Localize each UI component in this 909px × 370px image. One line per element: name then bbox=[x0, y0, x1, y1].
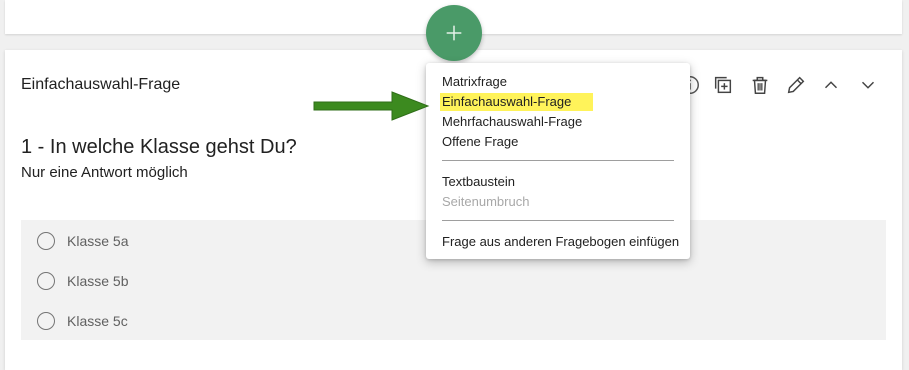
answer-option[interactable]: Klasse 5b bbox=[37, 270, 128, 292]
menu-divider bbox=[442, 220, 674, 221]
question-title: 1 - In welche Klasse gehst Du? bbox=[21, 136, 297, 158]
chevron-down-icon[interactable] bbox=[855, 72, 881, 98]
add-question-button[interactable] bbox=[426, 5, 482, 61]
answer-label: Klasse 5c bbox=[67, 313, 128, 329]
trash-icon[interactable] bbox=[747, 72, 773, 98]
question-type-label: Einfachauswahl-Frage bbox=[21, 76, 181, 93]
answer-label: Klasse 5b bbox=[67, 273, 129, 289]
plus-icon bbox=[446, 25, 462, 41]
question-subtitle: Nur eine Antwort möglich bbox=[21, 164, 188, 181]
duplicate-icon[interactable] bbox=[710, 72, 736, 98]
pointer-arrow-icon bbox=[313, 91, 430, 121]
answer-option[interactable]: Klasse 5a bbox=[37, 230, 128, 252]
radio-button[interactable] bbox=[37, 312, 55, 330]
edit-icon[interactable] bbox=[783, 72, 809, 98]
menu-item-mehrfachauswahl[interactable]: Mehrfachauswahl-Frage bbox=[442, 113, 582, 131]
menu-divider bbox=[442, 160, 674, 161]
chevron-up-icon[interactable] bbox=[818, 72, 844, 98]
menu-item-seitenumbruch: Seitenumbruch bbox=[442, 194, 530, 209]
menu-item-einfachauswahl[interactable]: Einfachauswahl-Frage bbox=[440, 93, 594, 111]
radio-button[interactable] bbox=[37, 272, 55, 290]
answer-option[interactable]: Klasse 5c bbox=[37, 310, 128, 332]
menu-item-offene-frage[interactable]: Offene Frage bbox=[442, 133, 518, 151]
menu-item-textbaustein[interactable]: Textbaustein bbox=[442, 173, 515, 191]
menu-item-import-question[interactable]: Frage aus anderen Fragebogen einfügen bbox=[442, 233, 679, 251]
radio-button[interactable] bbox=[37, 232, 55, 250]
add-question-menu: Matrixfrage Einfachauswahl-Frage Mehrfac… bbox=[426, 63, 690, 259]
menu-item-matrixfrage[interactable]: Matrixfrage bbox=[442, 73, 507, 91]
answer-label: Klasse 5a bbox=[67, 233, 129, 249]
